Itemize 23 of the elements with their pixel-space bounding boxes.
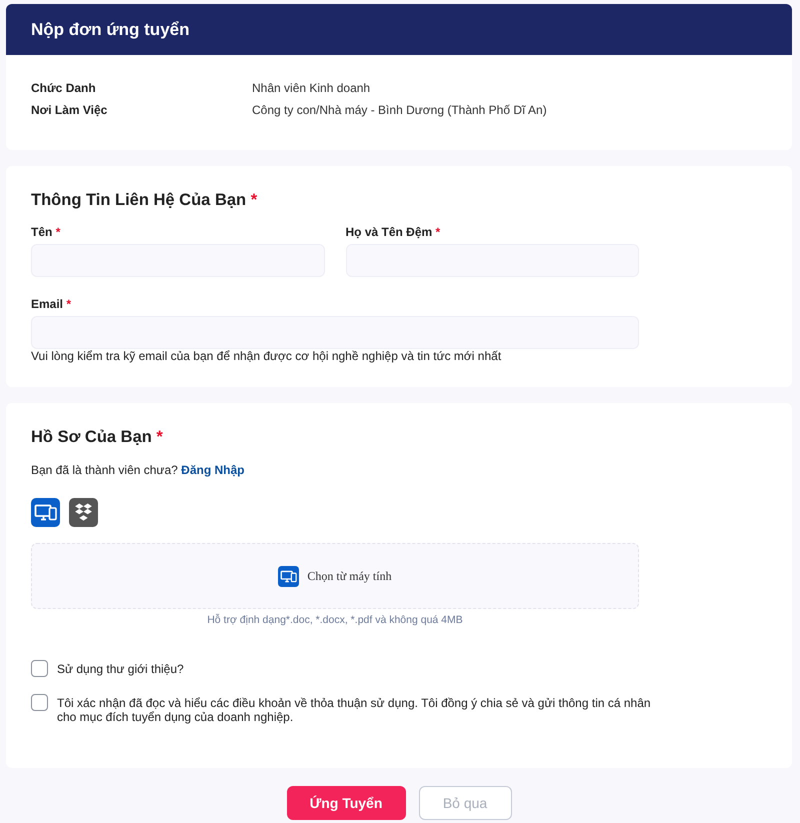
member-prompt: Bạn đã là thành viên chưa? Đăng Nhập: [31, 463, 246, 477]
checkbox[interactable]: [31, 694, 48, 711]
login-link[interactable]: Đăng Nhập: [181, 463, 244, 477]
field-label: Tên *: [31, 225, 62, 239]
field-label: Họ và Tên Đệm *: [346, 225, 442, 239]
detail-label: Chức Danh: [31, 80, 97, 97]
field-label: Email *: [31, 297, 72, 311]
detail-label: Nơi Làm Việc: [31, 102, 108, 119]
section-title: Thông Tin Liên Hệ Của Bạn *: [31, 190, 258, 210]
helper-text: Vui lòng kiểm tra kỹ email của bạn để nhận được cơ hội nghề nghiệp và tin tức mới nhất: [31, 349, 502, 363]
page-title: Nộp đơn ứng tuyển: [31, 20, 190, 40]
detail-value: Công ty con/Nhà máy - Bình Dương (Thành Phố Dĩ An): [252, 102, 548, 119]
checkbox-label: Sử dụng thư giới thiệu?: [57, 662, 184, 676]
checkbox-label: Tôi xác nhận đã đọc và hiểu các điều khoản về thỏa thuận sử dụng. Tôi đồng ý chia sẻ và gửi thông tin cá nhân cho mục đích tuyển dụng của doanh nghiệp.: [57, 696, 652, 724]
section-title: Hồ Sơ Của Bạn *: [31, 427, 164, 447]
dropbox-icon[interactable]: [69, 498, 98, 527]
file-format-hint: Hỗ trợ định dạng*.doc, *.docx, *.pdf và không quá 4MB: [206, 613, 464, 627]
monitor-phone-icon[interactable]: [31, 498, 60, 527]
monitor-phone-icon: [278, 566, 300, 586]
detail-value: Nhân viên Kinh doanh: [252, 80, 372, 97]
apply-button[interactable]: Ứng Tuyển: [286, 786, 406, 820]
checkbox[interactable]: [31, 660, 48, 677]
upload-dropzone[interactable]: Chọn từ máy tính: [31, 543, 639, 609]
